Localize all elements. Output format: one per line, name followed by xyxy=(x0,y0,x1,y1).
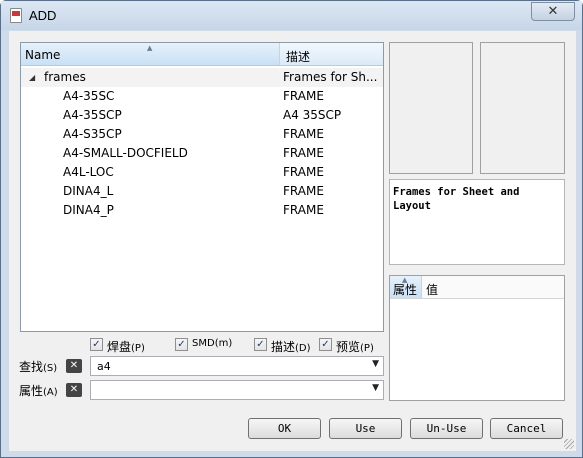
tree-item[interactable]: A4-SMALL-DOCFIELD FRAME xyxy=(21,144,383,163)
add-dialog: ADD ✕ Name ▲ 描述 ◢ frames Frames for Sh..… xyxy=(0,0,583,458)
attribute-label: 属性(A) xyxy=(19,382,58,399)
tree-item[interactable]: A4-35SC FRAME xyxy=(21,87,383,106)
tree-item[interactable]: A4-S35CP FRAME xyxy=(21,125,383,144)
title-bar[interactable]: ADD ✕ xyxy=(1,1,582,30)
preview-shortcut: (P) xyxy=(360,343,374,354)
collapse-triangle-icon[interactable]: ◢ xyxy=(29,68,35,87)
description-panel: Frames for Sheet and Layout xyxy=(389,179,565,265)
clear-search-icon[interactable]: ✕ xyxy=(66,359,82,373)
item-description: FRAME xyxy=(283,184,324,198)
checkmark-icon: ✓ xyxy=(319,338,332,351)
tree-item[interactable]: A4L-LOC FRAME xyxy=(21,163,383,182)
search-label-text: 查找 xyxy=(19,360,44,374)
item-description: FRAME xyxy=(283,127,324,141)
properties-header: ▲ 属性 值 xyxy=(390,276,564,299)
pads-label: 焊盘 xyxy=(107,340,132,354)
item-name: DINA4_P xyxy=(63,203,114,217)
description-shortcut: (D) xyxy=(295,343,311,354)
dropdown-arrow-icon[interactable]: ▼ xyxy=(372,383,379,393)
search-input[interactable]: a4 xyxy=(97,360,111,373)
smd-label: SMD xyxy=(192,338,215,349)
item-name: DINA4_L xyxy=(63,184,114,198)
item-description: FRAME xyxy=(283,165,324,179)
tree-item[interactable]: A4-35SCP A4 35SCP xyxy=(21,106,383,125)
resize-grip-icon[interactable] xyxy=(564,439,574,449)
unuse-button[interactable]: Un-Use xyxy=(410,418,483,439)
item-description: FRAME xyxy=(283,89,324,103)
close-button[interactable]: ✕ xyxy=(531,2,575,21)
sort-ascending-icon: ▲ xyxy=(402,276,408,284)
column-header-property[interactable]: ▲ 属性 xyxy=(390,276,422,298)
properties-grid[interactable]: ▲ 属性 值 xyxy=(389,275,565,401)
library-tree[interactable]: Name ▲ 描述 ◢ frames Frames for Sh... A4-3… xyxy=(20,42,384,332)
description-label: 描述 xyxy=(271,340,296,354)
attribute-combobox[interactable]: ▼ xyxy=(90,380,384,400)
item-name: A4-35SCP xyxy=(63,108,122,122)
ok-button[interactable]: OK xyxy=(248,418,321,439)
item-description: FRAME xyxy=(283,146,324,160)
tree-item[interactable]: DINA4_P FRAME xyxy=(21,201,383,220)
dropdown-arrow-icon[interactable]: ▼ xyxy=(372,359,379,369)
item-description: FRAME xyxy=(283,203,324,217)
preview-label: 预览 xyxy=(336,340,361,354)
clear-attribute-icon[interactable]: ✕ xyxy=(66,383,82,397)
attribute-label-text: 属性 xyxy=(19,384,44,398)
folder-description: Frames for Sh... xyxy=(283,70,378,84)
search-combobox[interactable]: a4 ▼ xyxy=(90,356,384,376)
checkmark-icon: ✓ xyxy=(90,338,103,351)
folder-name: frames xyxy=(44,70,86,84)
tree-header: Name ▲ 描述 xyxy=(21,43,383,66)
sort-ascending-icon: ▲ xyxy=(147,44,153,52)
column-header-name[interactable]: Name ▲ xyxy=(21,43,280,65)
pads-shortcut: (P) xyxy=(131,343,145,354)
item-name: A4-S35CP xyxy=(63,127,122,141)
checkmark-icon: ✓ xyxy=(254,338,267,351)
package-preview xyxy=(389,42,473,174)
app-icon xyxy=(10,8,22,23)
column-header-description[interactable]: 描述 xyxy=(282,43,314,65)
use-button[interactable]: Use xyxy=(329,418,402,439)
item-description: A4 35SCP xyxy=(283,108,342,122)
property-column-label: 属性 xyxy=(393,283,418,297)
window-title: ADD xyxy=(29,8,57,23)
checkmark-icon: ✓ xyxy=(175,338,188,351)
symbol-preview xyxy=(480,42,565,174)
item-name: A4-35SC xyxy=(63,89,115,103)
tree-folder-frames[interactable]: ◢ frames Frames for Sh... xyxy=(21,68,383,87)
item-name: A4-SMALL-DOCFIELD xyxy=(63,146,188,160)
tree-item[interactable]: DINA4_L FRAME xyxy=(21,182,383,201)
search-label: 查找(S) xyxy=(19,358,57,375)
column-name-label: Name xyxy=(25,48,61,62)
attribute-shortcut: (A) xyxy=(43,387,58,398)
dialog-body: Name ▲ 描述 ◢ frames Frames for Sh... A4-3… xyxy=(9,31,576,451)
cancel-button[interactable]: Cancel xyxy=(490,418,563,439)
item-name: A4L-LOC xyxy=(63,165,114,179)
smd-shortcut: (m) xyxy=(214,338,233,349)
search-shortcut: (S) xyxy=(43,363,58,374)
column-header-value[interactable]: 值 xyxy=(426,281,438,298)
